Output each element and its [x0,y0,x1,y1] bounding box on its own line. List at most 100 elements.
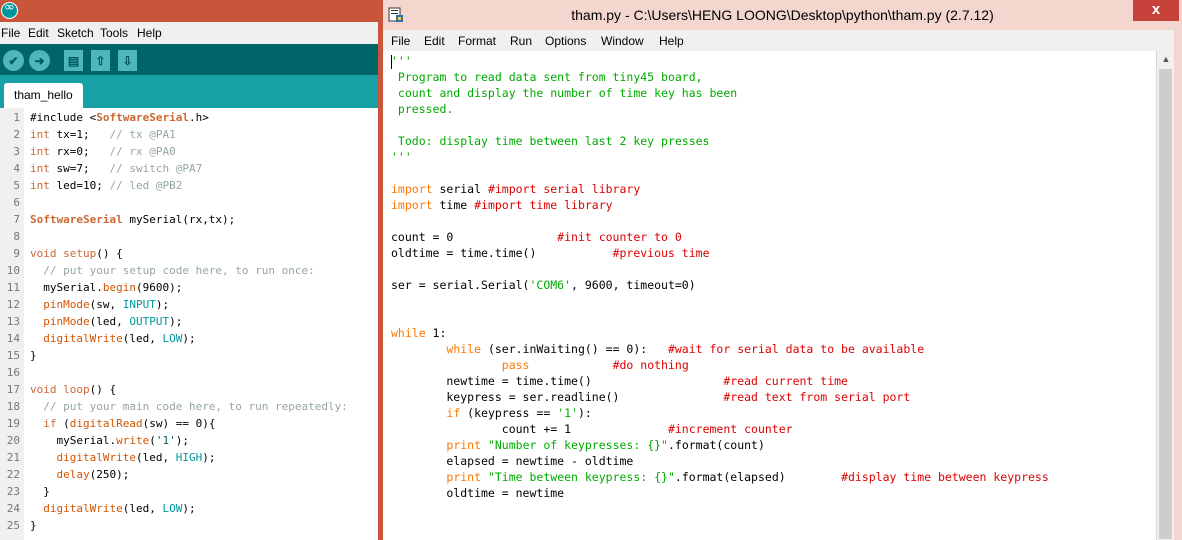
idle-code-line: count = 0 #init counter to 0 [391,230,682,244]
close-button[interactable]: x [1133,0,1179,21]
line-number: 18 [6,400,20,413]
code-token: delay [56,468,90,481]
code-token: pass [501,358,530,372]
code-token: (led, [135,451,176,464]
code-token: tx=1; [49,128,110,141]
code-token: newtime = time.time() [391,374,724,388]
line-number: 6 [13,196,20,209]
arduino-code-line: } [30,519,37,532]
line-number: 20 [6,434,20,447]
idle-code-line: ''' [391,54,412,68]
code-token: #import time library [474,198,613,212]
code-token: '1' [557,406,578,420]
idle-code-line: keypress = ser.readline() #read text fro… [391,390,910,404]
code-token: while [446,342,482,356]
arduino-code-line: #include <SoftwareSerial.h> [30,111,209,124]
idle-menu-run[interactable]: Run [510,34,532,48]
code-token: oldtime = newtime [391,486,565,500]
arduino-menu-edit[interactable]: Edit [28,26,49,40]
code-token: #init counter to 0 [557,230,682,244]
code-token: mySerial(rx,tx); [122,213,236,226]
code-token: #increment counter [667,422,793,436]
idle-code-editor[interactable]: ''' Program to read data sent from tiny4… [383,51,1156,540]
document-icon: ▤ [67,53,80,68]
code-token: pinMode [43,298,90,311]
line-number: 25 [6,519,20,532]
code-token: 1: [425,326,447,340]
arrow-right-icon: ➜ [34,53,45,68]
code-token: (led, [122,332,163,345]
code-token: void [30,383,57,396]
arduino-code-line: if (digitalRead(sw) == 0){ [30,417,215,430]
code-token: .format(elapsed) [674,470,842,484]
line-number: 9 [13,247,20,260]
line-number: 13 [6,315,20,328]
arduino-code-line: digitalWrite(led, HIGH); [30,451,216,464]
code-token: int [30,179,50,192]
line-number: 8 [13,230,20,243]
line-number: 12 [6,298,20,311]
code-token: HIGH [175,451,203,464]
scroll-up-arrow-icon[interactable]: ▲ [1157,51,1175,68]
new-sketch-button[interactable]: ▤ [64,50,83,71]
idle-code-line: import serial #import serial library [391,182,640,196]
idle-code-line: ser = serial.Serial('COM6', 9600, timeou… [391,278,696,292]
line-number: 2 [13,128,20,141]
code-token: #include < [30,111,97,124]
checkmark-icon: ✔ [8,53,19,68]
code-token: ); [175,434,189,447]
code-token: #read text from serial port [723,390,911,404]
line-number: 7 [13,213,20,226]
arduino-code-line: int led=10; // led @PB2 [30,179,182,192]
idle-code-line: if (keypress == '1'): [391,406,591,420]
code-token: #previous time [612,246,710,260]
arduino-menu-tools[interactable]: Tools [100,26,128,40]
code-token: count and display the number of time key… [391,86,738,100]
code-token: ( [56,417,70,430]
arduino-menu-sketch[interactable]: Sketch [57,26,94,40]
code-token: } [30,519,37,532]
code-token: } [30,349,37,362]
code-token: digitalWrite [56,451,136,464]
code-token: 'COM6' [529,278,572,292]
vertical-scrollbar[interactable]: ▲ [1156,51,1174,540]
idle-menu-file[interactable]: File [391,34,410,48]
arduino-menu-file[interactable]: File [1,26,20,40]
code-token: import [391,198,433,212]
save-sketch-button[interactable]: ⇩ [118,50,137,71]
idle-menu-edit[interactable]: Edit [424,34,445,48]
code-token: ); [182,502,196,515]
code-token: // rx @PA0 [109,145,176,158]
open-sketch-button[interactable]: ⇧ [91,50,110,71]
code-token: if [446,406,461,420]
code-token: ); [169,315,183,328]
idle-code-line: Todo: display time between last 2 key pr… [391,134,710,148]
idle-menu-help[interactable]: Help [659,34,684,48]
idle-code-line: print "Time between keypress: {}".format… [391,470,1048,484]
scrollbar-thumb[interactable] [1159,69,1172,539]
verify-button[interactable]: ✔ [3,50,24,71]
code-token: // put your main code here, to run repea… [43,400,348,413]
code-token: SoftwareSerial [96,111,189,124]
idle-menu-options[interactable]: Options [545,34,586,48]
code-token: print [446,438,482,452]
line-number: 17 [6,383,20,396]
arduino-menu-help[interactable]: Help [137,26,162,40]
arduino-code-line: int rx=0; // rx @PA0 [30,145,176,158]
code-token: mySerial. [30,281,103,294]
code-token: Program to read data sent from tiny45 bo… [391,70,703,84]
upload-button[interactable]: ➜ [29,50,50,71]
tab-tham-hello[interactable]: tham_hello [4,83,83,108]
arduino-code-editor[interactable]: 1 2 3 4 5 6 7 8 9 10 11 12 13 14 15 16 17 18 19 20 21 22 23 24 2… [0,108,378,540]
idle-menu-format[interactable]: Format [458,34,496,48]
arduino-code-line: int tx=1; // tx @PA1 [30,128,176,141]
code-token: pinMode [43,315,90,328]
code-token: #import serial library [487,182,641,196]
idle-menu-window[interactable]: Window [601,34,644,48]
idle-editor-window: tham.py - C:\Users\HENG LOONG\Desktop\py… [383,0,1182,540]
code-token: void [30,247,57,260]
